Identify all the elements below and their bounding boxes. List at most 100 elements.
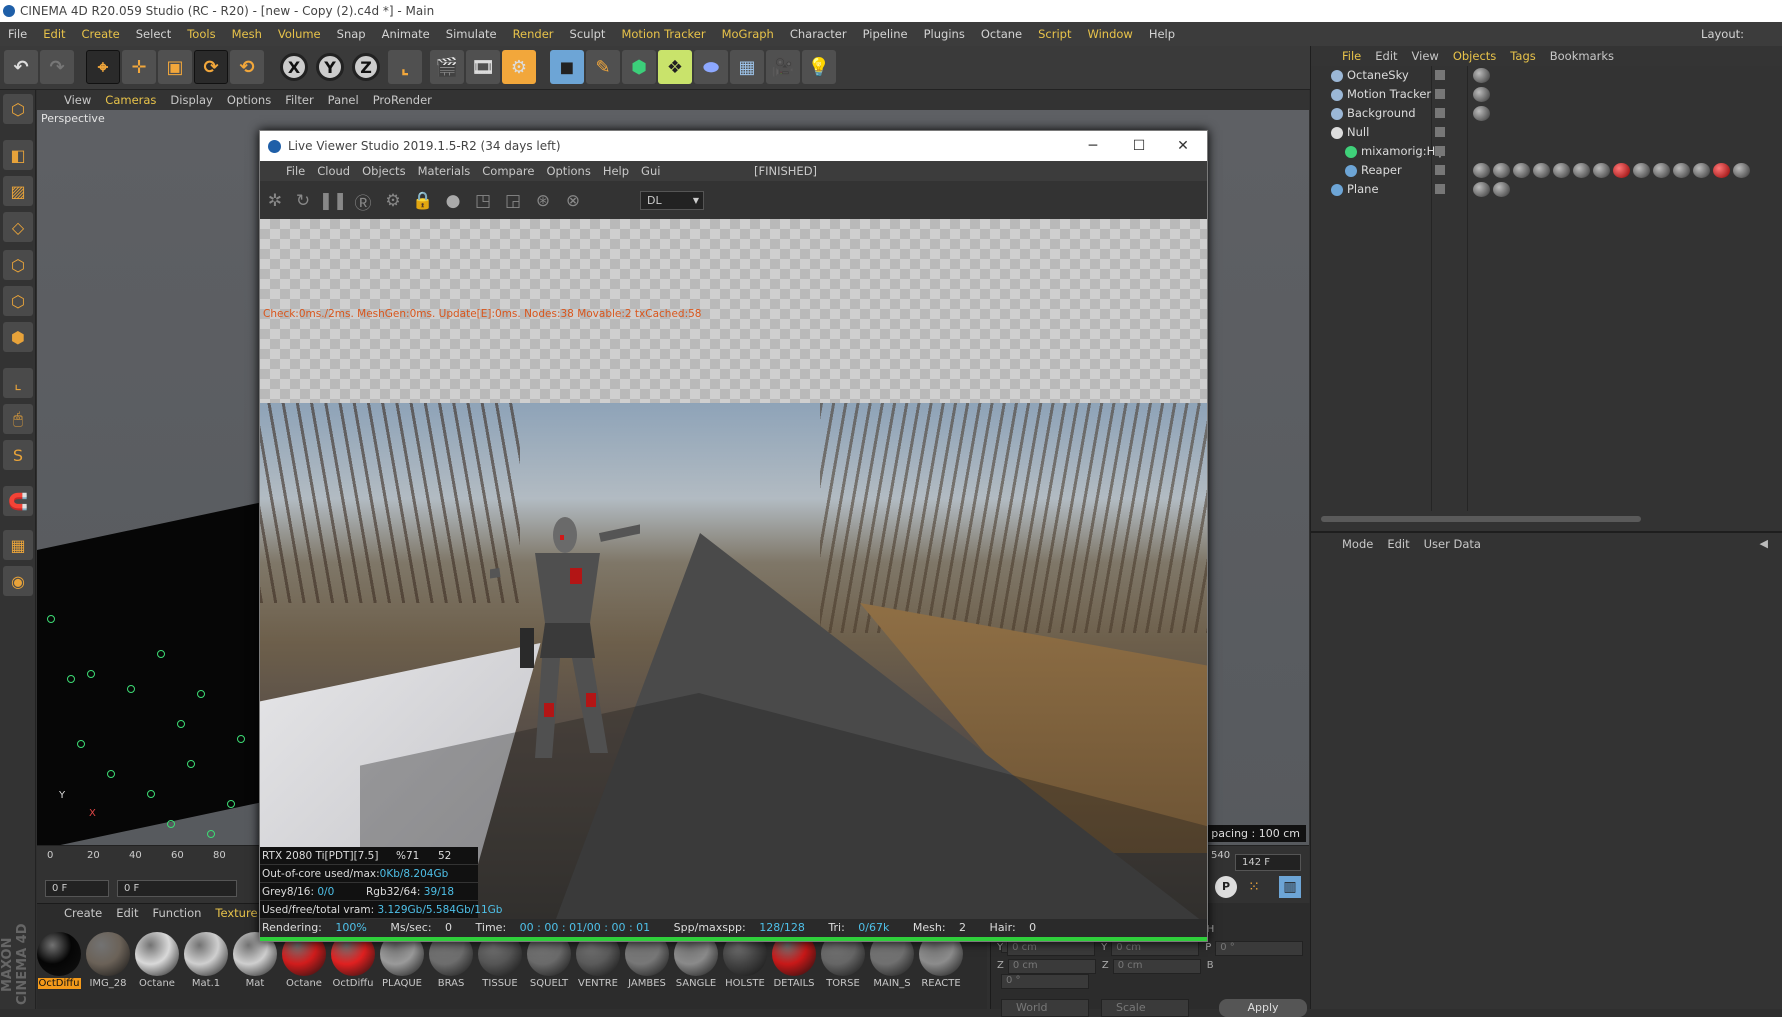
size-field[interactable]: 0 cm <box>1112 959 1201 974</box>
menu-select[interactable]: Select <box>128 22 179 46</box>
points-mode-icon[interactable]: ⬡ <box>3 250 33 280</box>
object-menu-bookmarks[interactable]: Bookmarks <box>1543 46 1621 66</box>
menu-mograph[interactable]: MoGraph <box>714 22 782 46</box>
recent-tool-icon[interactable]: ⟲ <box>230 50 264 84</box>
object-menu-tags[interactable]: Tags <box>1503 46 1542 66</box>
cloner-icon[interactable]: ❖ <box>658 50 692 84</box>
visibility-toggle-icon[interactable] <box>1435 165 1445 175</box>
menu-mesh[interactable]: Mesh <box>224 22 270 46</box>
select-tool-icon[interactable]: ⌖ <box>86 50 120 84</box>
tweak-mode-icon[interactable]: 🖱 <box>3 404 33 434</box>
visibility-toggle-icon[interactable] <box>1435 108 1445 118</box>
z-axis-lock-icon[interactable]: Z <box>352 53 380 81</box>
minimize-icon[interactable]: ─ <box>1070 131 1116 161</box>
magnet-icon[interactable]: 🧲 <box>3 486 33 516</box>
rotation-field[interactable]: 0 ° <box>1215 941 1304 956</box>
object-row[interactable]: Null <box>1311 123 1782 142</box>
visibility-toggle-icon[interactable] <box>1435 89 1445 99</box>
subdivision-surface-icon[interactable]: ⬢ <box>622 50 656 84</box>
tag-icon[interactable] <box>1693 163 1710 178</box>
menu-create[interactable]: Create <box>74 22 128 46</box>
menu-sculpt[interactable]: Sculpt <box>562 22 614 46</box>
back-arrow-icon[interactable]: ◀ <box>1760 537 1768 550</box>
pen-spline-icon[interactable]: ✎ <box>586 50 620 84</box>
visibility-toggle-icon[interactable] <box>1435 184 1445 194</box>
viewport-menu-panel[interactable]: Panel <box>321 90 366 110</box>
polygons-mode-icon[interactable]: ⬢ <box>3 322 33 352</box>
material-swatch[interactable]: Mat.1 <box>184 932 228 989</box>
object-menu-view[interactable]: View <box>1405 46 1446 66</box>
object-row[interactable]: OctaneSky <box>1311 66 1782 85</box>
pick-focus-icon[interactable]: ⊛ <box>532 190 554 212</box>
close-icon[interactable]: ✕ <box>1160 131 1206 161</box>
menu-tools[interactable]: Tools <box>179 22 223 46</box>
end-frame-field[interactable]: 142 F <box>1235 854 1301 871</box>
y-axis-lock-icon[interactable]: Y <box>316 53 344 81</box>
menu-character[interactable]: Character <box>782 22 855 46</box>
tag-icon[interactable] <box>1613 163 1630 178</box>
camera-icon[interactable]: 🎥 <box>766 50 800 84</box>
rotate-tool-icon[interactable]: ⟳ <box>194 50 228 84</box>
lv-menu-materials[interactable]: Materials <box>412 161 477 181</box>
menu-plugins[interactable]: Plugins <box>916 22 973 46</box>
object-row[interactable]: Background <box>1311 104 1782 123</box>
lv-menu-gui[interactable]: Gui <box>635 161 666 181</box>
timeline-view-icon[interactable]: ▥ <box>1279 876 1301 898</box>
tag-icon[interactable] <box>1553 163 1570 178</box>
tag-icon[interactable] <box>1473 182 1490 197</box>
workplane-lock-icon[interactable]: ▦ <box>3 530 33 560</box>
material-swatch[interactable]: IMG_28 <box>86 932 130 989</box>
object-row[interactable]: Reaper <box>1311 161 1782 180</box>
menu-animate[interactable]: Animate <box>374 22 438 46</box>
apply-button[interactable]: Apply <box>1219 999 1307 1017</box>
menu-volume[interactable]: Volume <box>270 22 329 46</box>
edges-mode-icon[interactable]: ⬡ <box>3 286 33 316</box>
tag-icon[interactable] <box>1733 163 1750 178</box>
visibility-toggle-icon[interactable] <box>1435 70 1445 80</box>
snap-icon[interactable]: S <box>3 440 33 470</box>
attribute-menu-edit[interactable]: Edit <box>1380 533 1416 555</box>
viewport-menu-cameras[interactable]: Cameras <box>98 90 163 110</box>
viewport-menu-options[interactable]: Options <box>220 90 278 110</box>
tag-icon[interactable] <box>1573 163 1590 178</box>
tag-icon[interactable] <box>1513 163 1530 178</box>
lv-menu-objects[interactable]: Objects <box>356 161 411 181</box>
attribute-menu-mode[interactable]: Mode <box>1335 533 1380 555</box>
size-field[interactable]: 0 cm <box>1111 941 1200 956</box>
menu-file[interactable]: File <box>0 22 35 46</box>
render-region-icon[interactable]: Ⓡ <box>352 190 374 214</box>
lv-menu-compare[interactable]: Compare <box>476 161 540 181</box>
render-canvas[interactable]: Check:0ms./2ms. MeshGen:0ms. Update[E]:0… <box>260 219 1207 935</box>
object-menu-edit[interactable]: Edit <box>1368 46 1404 66</box>
render-settings-icon[interactable]: ⚙ <box>502 50 536 84</box>
render-view-icon[interactable]: 🎬 <box>430 50 464 84</box>
film-region-icon[interactable]: ◲ <box>502 190 524 212</box>
material-menu-texture[interactable]: Texture <box>208 904 264 922</box>
solo-icon[interactable]: ◉ <box>3 566 33 596</box>
undo-icon[interactable]: ↶ <box>4 50 38 84</box>
cube-primitive-icon[interactable]: ◼ <box>550 50 584 84</box>
light-icon[interactable]: 💡 <box>802 50 836 84</box>
lv-menu-options[interactable]: Options <box>540 161 596 181</box>
menu-edit[interactable]: Edit <box>35 22 73 46</box>
tag-icon[interactable] <box>1533 163 1550 178</box>
visibility-toggle-icon[interactable] <box>1435 127 1445 137</box>
lock-icon[interactable]: 🔒 <box>412 190 434 212</box>
material-preview-icon[interactable]: ● <box>442 190 464 212</box>
viewport-menu-prorender[interactable]: ProRender <box>366 90 439 110</box>
menu-window[interactable]: Window <box>1079 22 1140 46</box>
deformer-icon[interactable]: ⬬ <box>694 50 728 84</box>
tag-icon[interactable] <box>1653 163 1670 178</box>
tag-icon[interactable] <box>1473 163 1490 178</box>
lv-menu-file[interactable]: File <box>280 161 311 181</box>
position-field[interactable]: 0 cm <box>1007 959 1096 974</box>
redo-icon[interactable]: ↷ <box>40 50 74 84</box>
floor-icon[interactable]: ▦ <box>730 50 764 84</box>
coordinate-system-icon[interactable]: ⌞ <box>388 50 422 84</box>
menu-snap[interactable]: Snap <box>329 22 374 46</box>
x-axis-lock-icon[interactable]: X <box>280 53 308 81</box>
material-menu-create[interactable]: Create <box>57 904 109 922</box>
menu-pipeline[interactable]: Pipeline <box>855 22 916 46</box>
model-mode-icon[interactable]: ◧ <box>3 140 33 170</box>
lv-menu-cloud[interactable]: Cloud <box>311 161 356 181</box>
